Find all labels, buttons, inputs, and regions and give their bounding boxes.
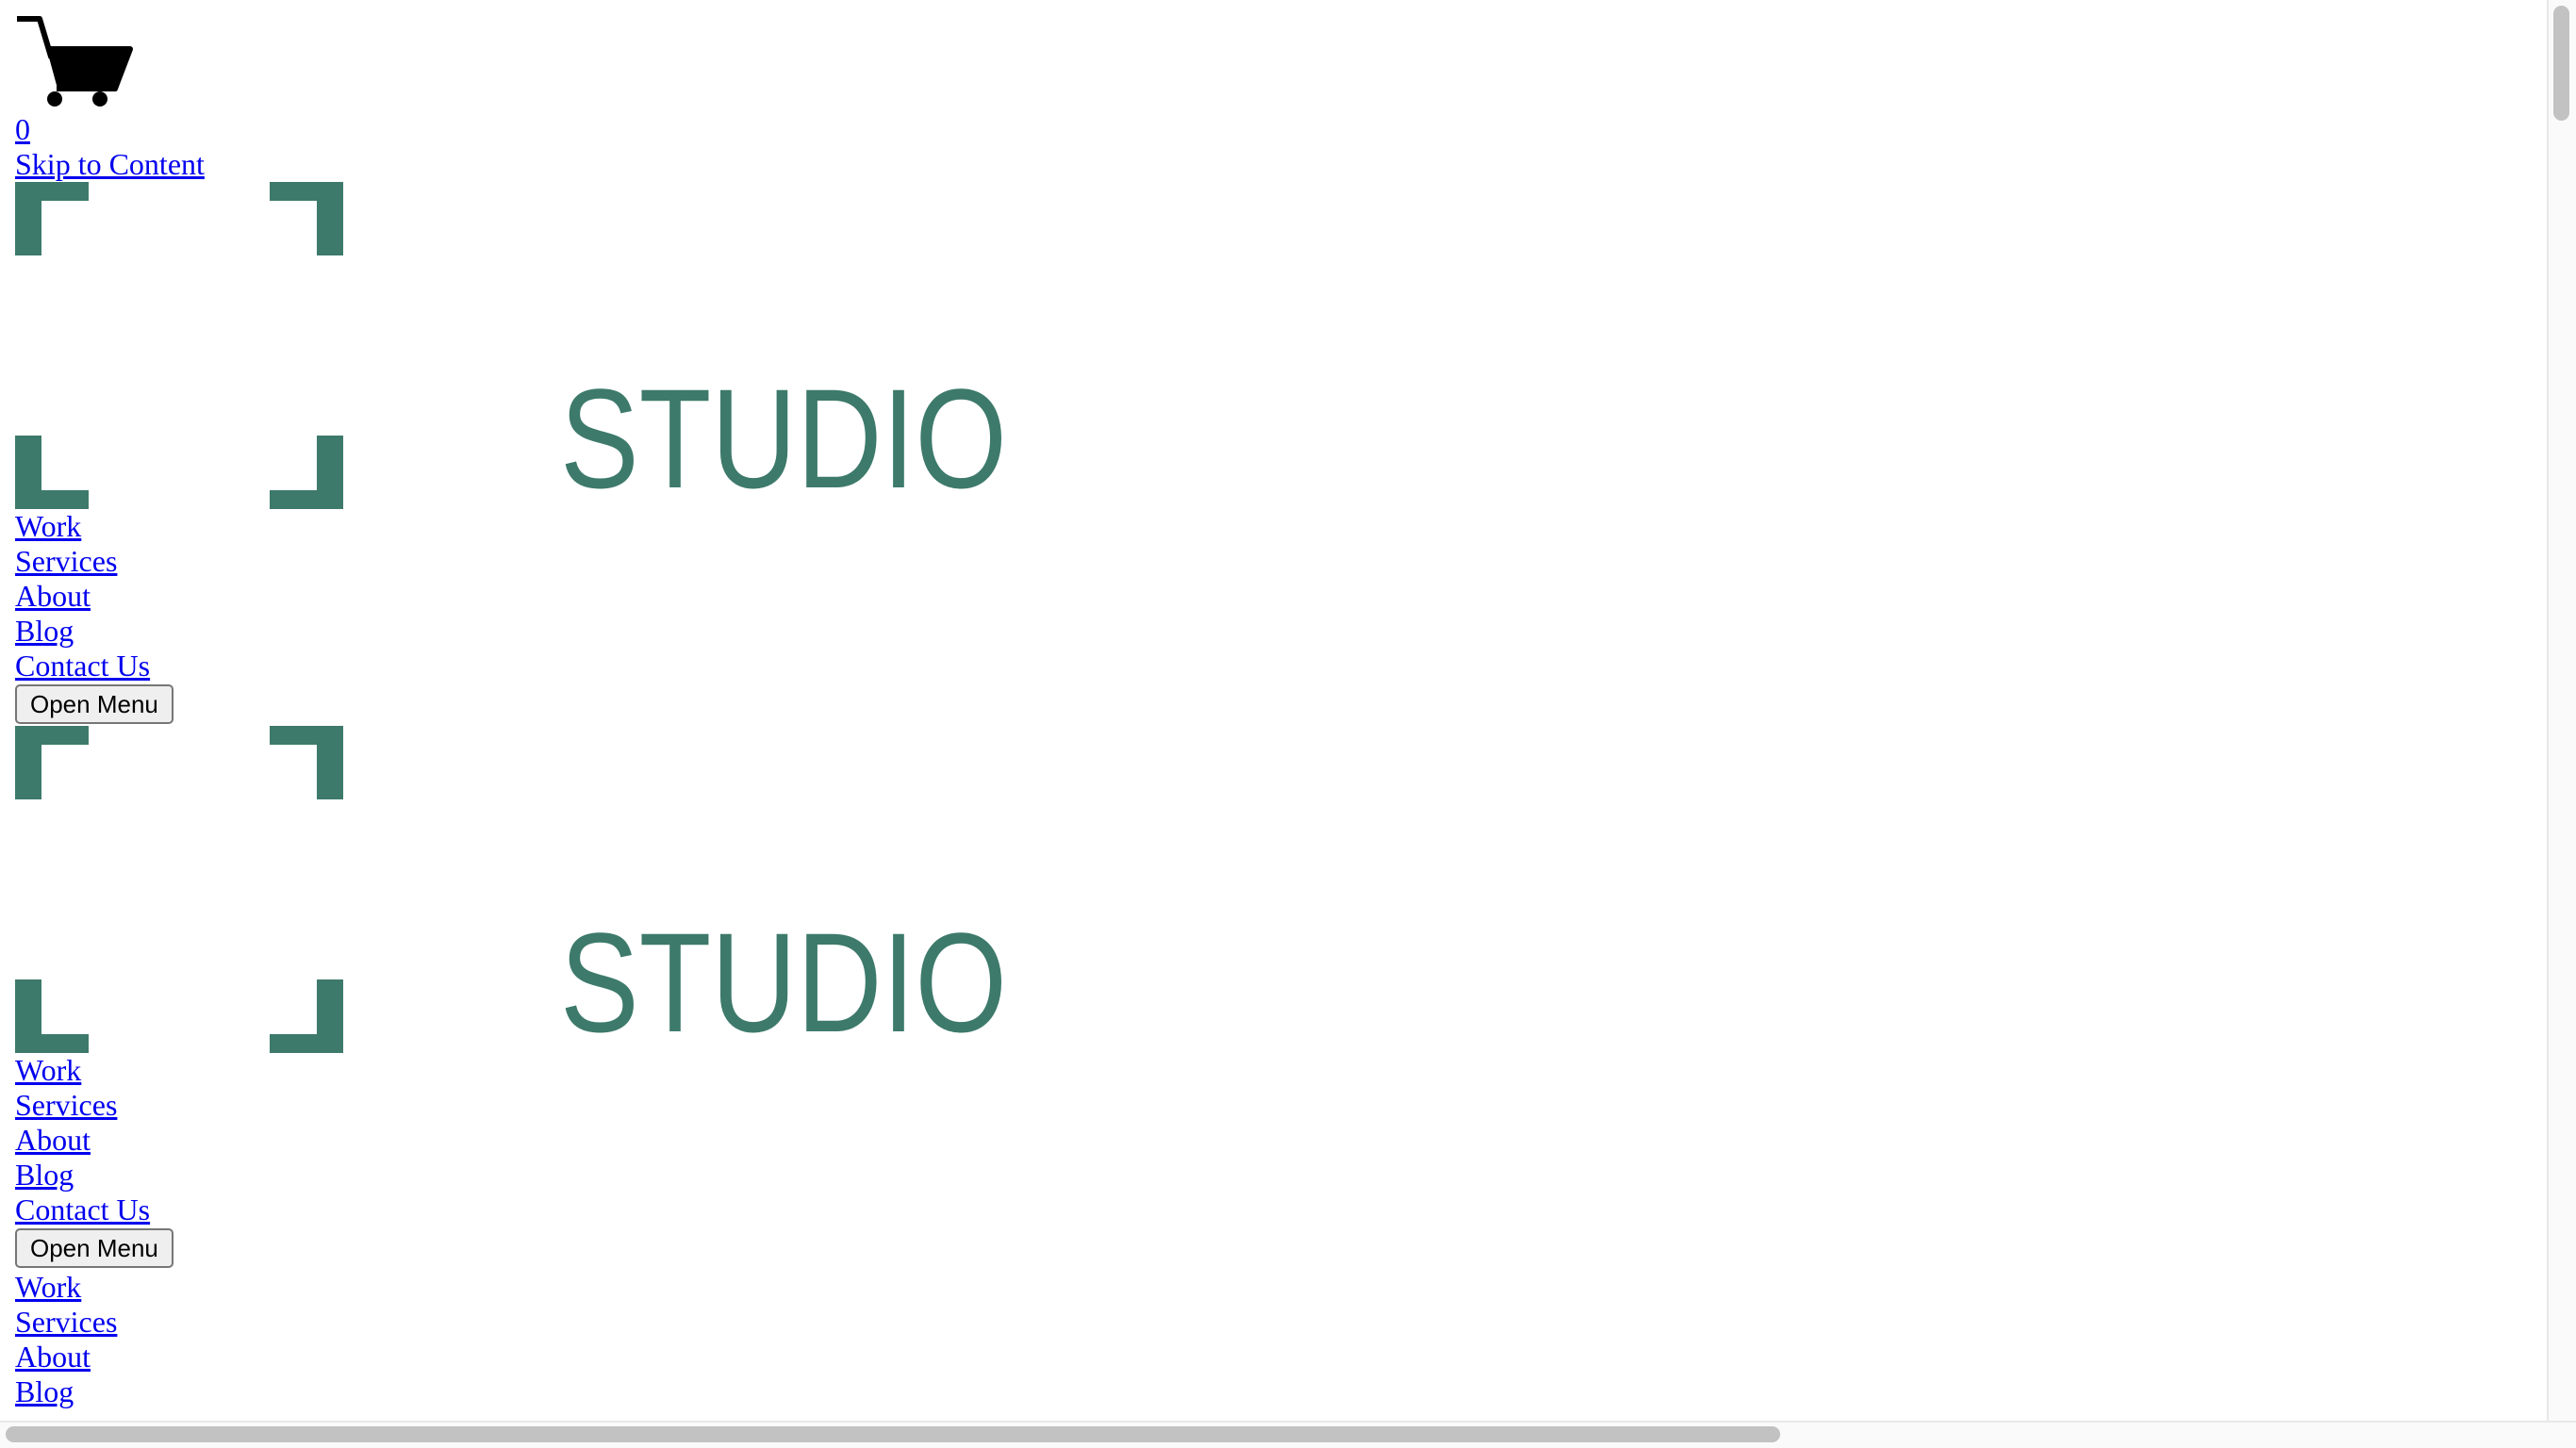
nav-link-work[interactable]: Work [15, 509, 1007, 544]
cart-link[interactable]: 0 [15, 13, 1007, 147]
mobile-nav-link-blog[interactable]: Blog [15, 1374, 1007, 1409]
mobile-nav-link-about[interactable]: About [15, 1340, 1007, 1374]
nav-link-about[interactable]: About [15, 1123, 1007, 1158]
nav-link-contact-us[interactable]: Contact Us [15, 649, 1007, 683]
skip-to-content-link[interactable]: Skip to Content [15, 147, 1007, 182]
site-logo-secondary[interactable]: STUDIO [15, 726, 1007, 1053]
vertical-scrollbar-thumb[interactable] [2553, 6, 2569, 121]
nav-link-services[interactable]: Services [15, 1088, 1007, 1123]
nav-link-blog[interactable]: Blog [15, 614, 1007, 649]
page-content: 0 Skip to Content STUDIO Work Services A… [15, 13, 1007, 1409]
site-logo[interactable]: STUDIO [15, 182, 1007, 509]
nav-link-contact-us[interactable]: Contact Us [15, 1193, 1007, 1227]
mobile-nav-link-work[interactable]: Work [15, 1270, 1007, 1305]
nav-link-services[interactable]: Services [15, 544, 1007, 579]
vertical-scrollbar[interactable] [2547, 0, 2576, 1421]
cart-count: 0 [15, 112, 30, 146]
logo-graphic: STUDIO [15, 726, 1007, 1053]
cart-icon [17, 16, 133, 107]
horizontal-scrollbar-thumb[interactable] [6, 1426, 1780, 1442]
nav-link-blog[interactable]: Blog [15, 1158, 1007, 1193]
open-menu-button[interactable]: Open Menu [15, 684, 173, 724]
logo-graphic: STUDIO [15, 182, 1007, 509]
page-viewport: 0 Skip to Content STUDIO Work Services A… [0, 0, 2547, 1421]
open-menu-button[interactable]: Open Menu [15, 1228, 173, 1268]
nav-link-work[interactable]: Work [15, 1053, 1007, 1088]
logo-wordmark: STUDIO [560, 903, 1007, 1053]
logo-wordmark: STUDIO [560, 359, 1007, 509]
nav-link-about[interactable]: About [15, 579, 1007, 614]
mobile-nav-link-services[interactable]: Services [15, 1305, 1007, 1340]
